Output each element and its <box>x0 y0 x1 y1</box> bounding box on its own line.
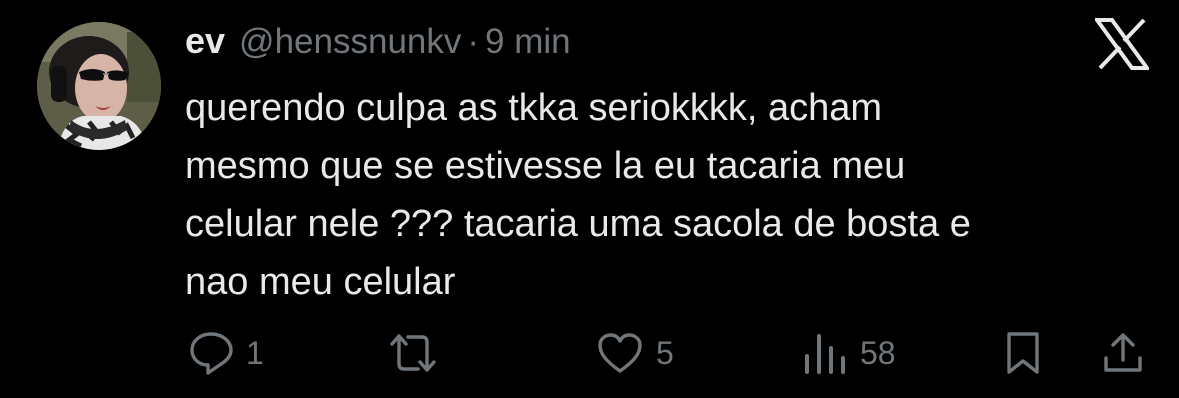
user-handle[interactable]: @henssnunkv <box>239 22 461 62</box>
heart-icon <box>596 331 644 375</box>
tweet-text-line: celular nele ??? tacaria uma sacola de b… <box>185 203 971 245</box>
share-icon <box>1100 330 1146 376</box>
views-count: 58 <box>860 335 896 371</box>
tweet-header: ev @henssnunkv · 9 min <box>185 20 571 66</box>
separator-dot: · <box>467 22 480 61</box>
tweet-text-line: mesmo que se estivesse la eu tacaria meu <box>185 145 906 187</box>
reply-count: 1 <box>246 335 264 371</box>
reply-icon <box>188 330 234 376</box>
tweet-text: querendo culpa as tkka seriokkkk, acham … <box>185 79 1145 311</box>
like-button[interactable]: 5 <box>596 330 674 376</box>
timestamp[interactable]: 9 min <box>485 22 571 62</box>
bookmark-button[interactable] <box>1003 330 1043 376</box>
tweet-text-line: querendo culpa as tkka seriokkkk, acham <box>185 87 883 129</box>
share-button[interactable] <box>1100 330 1146 376</box>
tweet-text-line: nao meu celular <box>185 261 456 303</box>
x-logo-icon <box>1093 18 1151 70</box>
views-button[interactable]: 58 <box>802 330 896 376</box>
avatar[interactable] <box>37 22 161 150</box>
avatar-photo <box>37 22 161 150</box>
views-icon <box>802 330 848 376</box>
like-count: 5 <box>656 335 674 371</box>
repost-button[interactable] <box>387 330 451 376</box>
display-name[interactable]: ev <box>185 20 225 62</box>
reply-button[interactable]: 1 <box>188 330 264 376</box>
repost-icon <box>387 330 439 376</box>
bookmark-icon <box>1003 330 1043 376</box>
